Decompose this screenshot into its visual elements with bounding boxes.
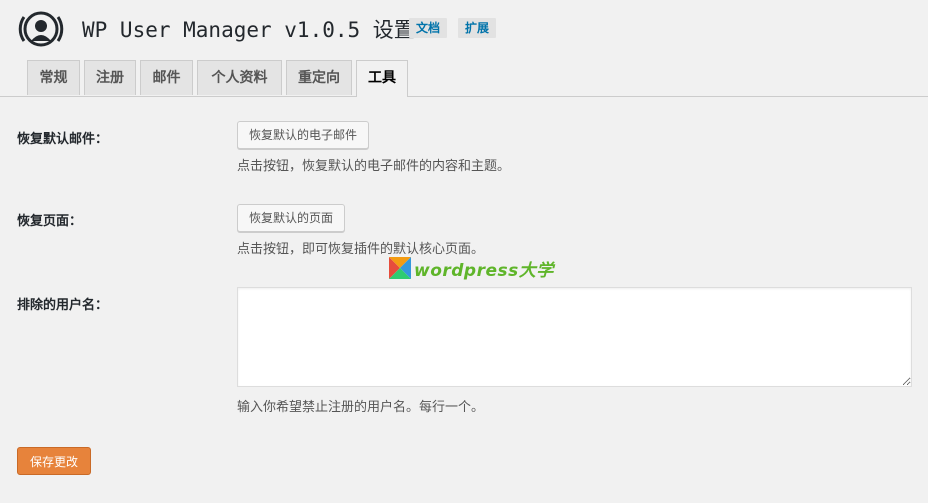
restore-pages-button[interactable]: 恢复默认的页面 (237, 204, 346, 232)
docs-link[interactable]: 文档 (409, 18, 448, 38)
tab-redirects[interactable]: 重定向 (286, 60, 352, 95)
tab-emails[interactable]: 邮件 (140, 60, 193, 95)
watermark-text: wordpress大学 (414, 261, 554, 281)
plugin-logo-icon (18, 11, 64, 47)
tab-registration[interactable]: 注册 (84, 60, 136, 95)
excluded-usernames-label: 排除的用户名： (17, 298, 109, 313)
extensions-link[interactable]: 扩展 (458, 18, 497, 38)
restore-pages-description: 点击按钮，即可恢复插件的默认核心页面。 (237, 242, 485, 257)
excluded-usernames-textarea[interactable] (237, 287, 912, 387)
restore-emails-description: 点击按钮，恢复默认的电子邮件的内容和主题。 (237, 159, 511, 174)
restore-emails-button[interactable]: 恢复默认的电子邮件 (237, 121, 370, 149)
watermark-logo-icon (389, 257, 411, 279)
restore-emails-label: 恢复默认邮件： (17, 132, 109, 147)
excluded-usernames-description: 输入你希望禁止注册的用户名。每行一个。 (237, 400, 485, 415)
settings-tabs: 常规 注册 邮件 个人资料 重定向 工具 (0, 58, 928, 97)
restore-pages-label: 恢复页面： (17, 214, 83, 229)
tab-tools[interactable]: 工具 (356, 60, 408, 97)
save-changes-button[interactable]: 保存更改 (17, 447, 91, 475)
tab-profiles[interactable]: 个人资料 (197, 60, 282, 95)
page-title: WP User Manager v1.0.5 设置 (82, 18, 415, 42)
tab-general[interactable]: 常规 (27, 60, 80, 95)
